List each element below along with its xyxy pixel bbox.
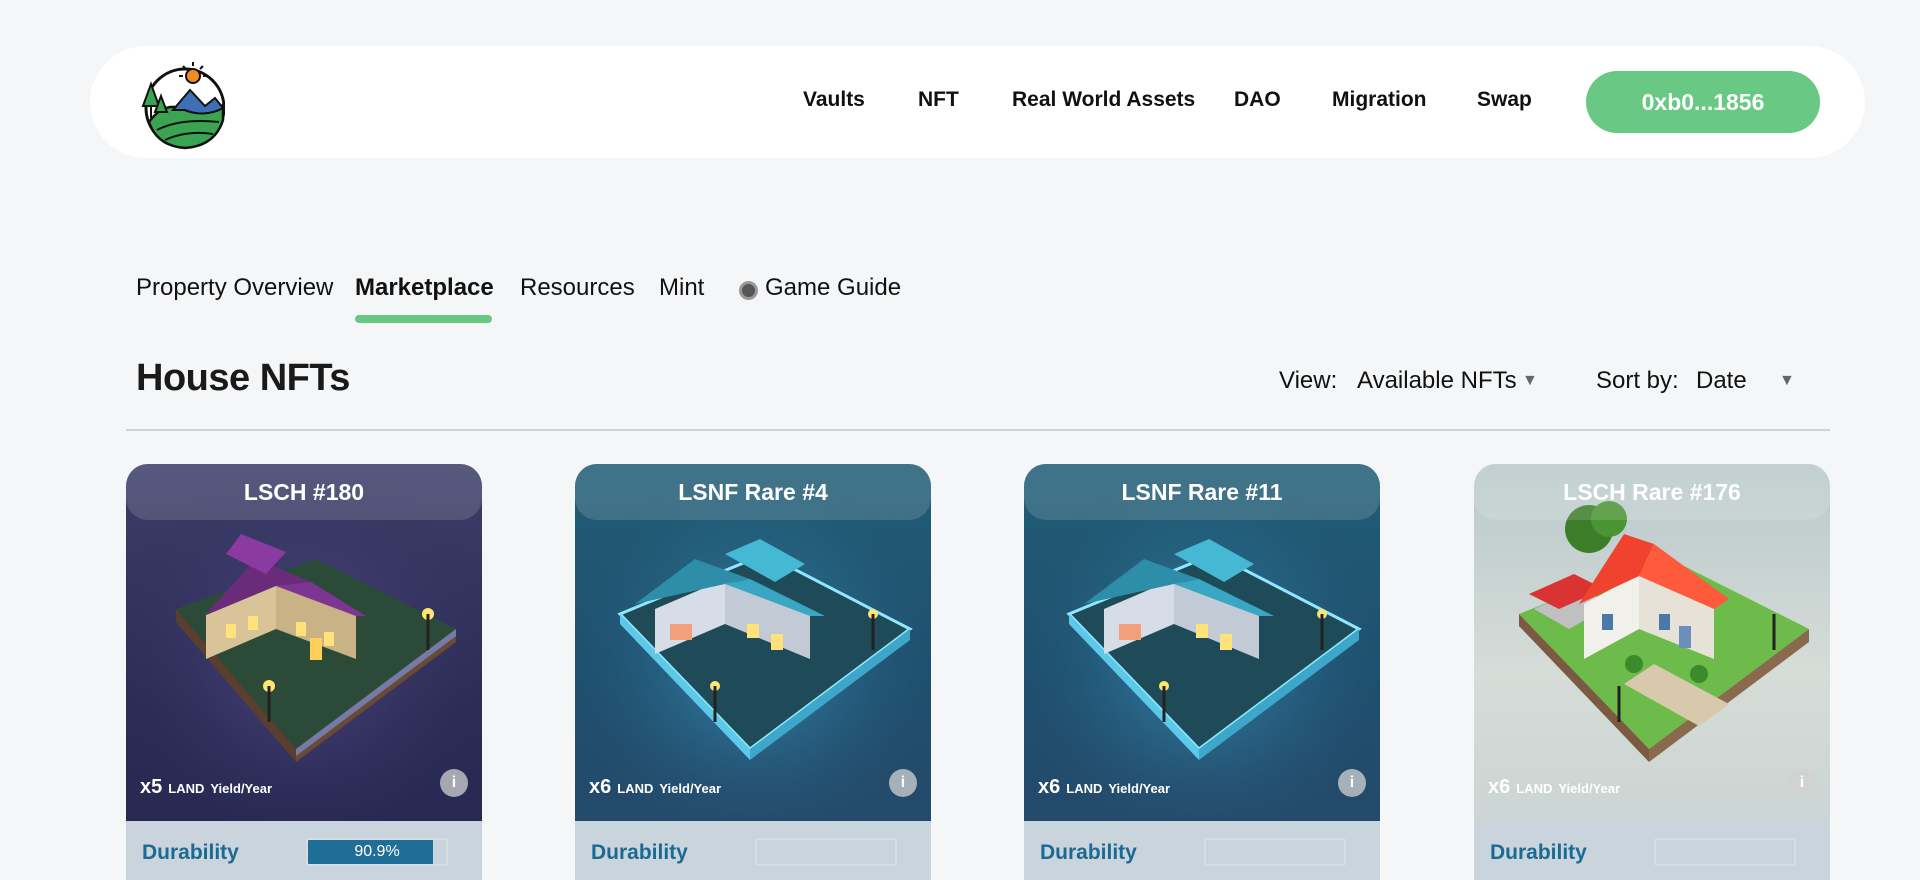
durability-bar xyxy=(1204,838,1346,866)
section-divider xyxy=(126,429,1830,431)
durability-row: Durability xyxy=(1024,821,1380,880)
wallet-button[interactable]: 0xb0...1856 xyxy=(1586,71,1820,133)
yield-multiplier: x5 xyxy=(140,776,163,798)
durability-row: Durability 90.9% xyxy=(126,821,482,880)
yield-multiplier: x6 xyxy=(1488,776,1511,798)
card-title: LSCH #180 xyxy=(243,478,365,505)
yield-info: x6 LAND Yield/Year xyxy=(1488,776,1620,799)
card-title: LSNF Rare #4 xyxy=(678,478,828,505)
nft-card[interactable]: LSNF Rare #11 x6 LAND Yield/Year i Durab… xyxy=(1024,464,1380,880)
view-select[interactable]: Available NFTs xyxy=(1357,367,1517,395)
chevron-down-icon[interactable]: ▼ xyxy=(1779,372,1795,390)
tab-game-guide[interactable]: Game Guide xyxy=(765,274,901,302)
yield-info: x6 LAND Yield/Year xyxy=(589,776,721,799)
active-tab-indicator xyxy=(355,315,492,323)
info-icon[interactable]: i xyxy=(1338,769,1366,797)
yield-multiplier: x6 xyxy=(1038,776,1061,798)
sort-label: Sort by: xyxy=(1596,367,1679,394)
nav-real-world-assets[interactable]: Real World Assets xyxy=(1012,88,1195,112)
durability-label: Durability xyxy=(1040,841,1137,864)
nav-vaults[interactable]: Vaults xyxy=(803,88,865,112)
yield-token: LAND xyxy=(1066,781,1103,796)
yield-label: Yield/Year xyxy=(1108,781,1171,796)
yield-label: Yield/Year xyxy=(1558,781,1621,796)
yield-label: Yield/Year xyxy=(210,781,273,796)
nav-nft[interactable]: NFT xyxy=(918,88,959,112)
yield-multiplier: x6 xyxy=(589,776,612,798)
durability-bar xyxy=(1654,838,1796,866)
nft-card[interactable]: LSCH #180 x5 LAND Yield/Year i Durabilit… xyxy=(126,464,482,880)
yield-info: x5 LAND Yield/Year xyxy=(140,776,272,799)
yield-token: LAND xyxy=(617,781,654,796)
chevron-down-icon[interactable]: ▼ xyxy=(1522,372,1538,390)
tab-marketplace[interactable]: Marketplace xyxy=(355,274,494,302)
nav-migration[interactable]: Migration xyxy=(1332,88,1427,112)
info-icon[interactable]: i xyxy=(440,769,468,797)
yield-label: Yield/Year xyxy=(659,781,722,796)
info-icon[interactable]: i xyxy=(1788,769,1816,797)
durability-label: Durability xyxy=(1490,841,1587,864)
logo-icon[interactable] xyxy=(135,60,225,150)
durability-value: 90.9% xyxy=(354,843,400,860)
durability-bar xyxy=(755,838,897,866)
top-header: Vaults NFT Real World Assets DAO Migrati… xyxy=(90,46,1865,158)
tab-property-overview[interactable]: Property Overview xyxy=(136,274,333,302)
card-title-bar: LSCH Rare #176 xyxy=(1474,464,1830,520)
durability-label: Durability xyxy=(142,841,239,864)
durability-label: Durability xyxy=(591,841,688,864)
card-title: LSCH Rare #176 xyxy=(1563,478,1741,505)
durability-row: Durability xyxy=(1474,821,1830,880)
yield-info: x6 LAND Yield/Year xyxy=(1038,776,1170,799)
card-title-bar: LSNF Rare #4 xyxy=(575,464,931,520)
card-title-bar: LSNF Rare #11 xyxy=(1024,464,1380,520)
yield-token: LAND xyxy=(1516,781,1553,796)
nft-card[interactable]: LSNF Rare #4 x6 LAND Yield/Year i Durabi… xyxy=(575,464,931,880)
yield-token: LAND xyxy=(168,781,205,796)
durability-bar: 90.9% xyxy=(306,838,448,866)
card-title-bar: LSCH #180 xyxy=(126,464,482,520)
info-icon[interactable]: i xyxy=(889,769,917,797)
sort-select[interactable]: Date xyxy=(1696,367,1747,395)
tab-resources[interactable]: Resources xyxy=(520,274,635,302)
tab-mint[interactable]: Mint xyxy=(659,274,704,302)
nav-dao[interactable]: DAO xyxy=(1234,88,1281,112)
page-title: House NFTs xyxy=(136,357,350,399)
view-label: View: xyxy=(1279,367,1338,394)
nft-card[interactable]: LSCH Rare #176 x6 LAND Yield/Year i Dura… xyxy=(1474,464,1830,880)
durability-row: Durability xyxy=(575,821,931,880)
game-guide-icon xyxy=(739,281,758,300)
nav-swap[interactable]: Swap xyxy=(1477,88,1532,112)
card-title: LSNF Rare #11 xyxy=(1121,478,1283,505)
